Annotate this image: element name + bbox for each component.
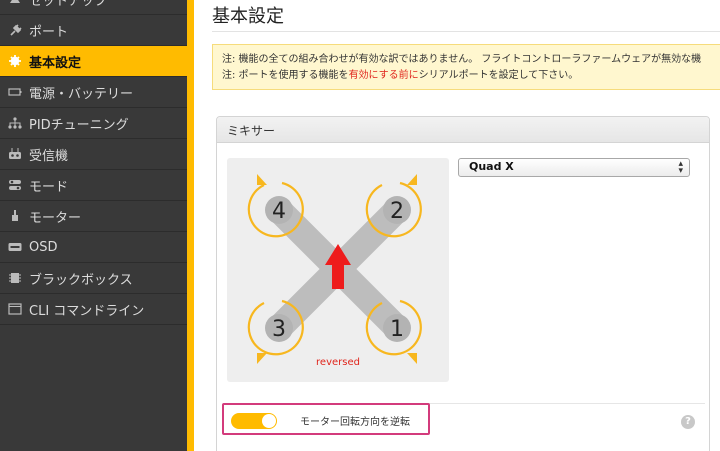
modes-icon: [8, 179, 22, 191]
motor-3-label: 3: [272, 317, 286, 342]
receiver-icon: [8, 148, 22, 160]
sidebar-item-label: 基本設定: [29, 55, 82, 71]
sidebar-item-label: ブラックボックス: [29, 272, 133, 288]
sidebar-item-modes[interactable]: モード: [0, 170, 187, 201]
mixer-type-value: Quad X: [469, 160, 514, 173]
battery-icon: [8, 86, 22, 98]
main-content: 基本設定 注: 機能の全ての組み合わせが有効な訳ではありません。 フライトコント…: [194, 0, 720, 451]
page-title: 基本設定: [212, 6, 284, 27]
title-divider: [212, 31, 720, 32]
sidebar-item-configuration[interactable]: 基本設定: [0, 46, 187, 77]
sidebar-item-receiver[interactable]: 受信機: [0, 139, 187, 170]
osd-icon: [8, 241, 22, 253]
sidebar-item-label: CLI コマンドライン: [29, 303, 145, 319]
sidebar-item-setup[interactable]: セットアップ: [0, 0, 187, 15]
motor-direction-toggle[interactable]: [231, 413, 277, 429]
sidebar-item-label: OSD: [29, 239, 58, 255]
plug-icon: [8, 24, 22, 36]
warning-note: 注: 機能の全ての組み合わせが有効な訳ではありません。 フライトコントローラファ…: [212, 44, 720, 90]
setup-icon: [8, 0, 22, 5]
motor-icon: [8, 210, 22, 222]
sidebar-item-ports[interactable]: ポート: [0, 15, 187, 46]
sidebar-item-osd[interactable]: OSD: [0, 232, 187, 263]
sidebar-item-blackbox[interactable]: ブラックボックス: [0, 263, 187, 294]
note-line-2-end: シリアルポートを設定して下さい。: [418, 70, 579, 81]
sidebar-item-label: ポート: [29, 24, 69, 40]
sidebar: セットアップ ポート 基本設定 電源・バッテリー PIDチューニング 受信機 モ…: [0, 0, 187, 451]
motor-1-rotation-arrow: [407, 353, 417, 364]
mixer-panel: ミキサー 4 2 3 1 reversed Quad X ▴ ▾ モーター回転方…: [216, 116, 710, 451]
motor-1-label: 1: [390, 317, 404, 342]
motor-4-label: 4: [272, 199, 286, 224]
sidebar-item-label: モーター: [29, 210, 82, 226]
sidebar-item-motors[interactable]: モーター: [0, 201, 187, 232]
mixer-type-select[interactable]: Quad X ▴ ▾: [458, 158, 690, 177]
mixer-diagram: 4 2 3 1 reversed: [227, 158, 449, 382]
sidebar-item-power[interactable]: 電源・バッテリー: [0, 77, 187, 108]
sidebar-item-label: 電源・バッテリー: [29, 86, 134, 102]
note-line-1: 注: 機能の全ての組み合わせが有効な訳ではありません。 フライトコントローラファ…: [222, 54, 702, 65]
motor-direction-label: モーター回転方向を逆転: [300, 417, 410, 428]
reversed-label: reversed: [316, 357, 360, 368]
blackbox-icon: [8, 272, 22, 284]
motor-direction-row: モーター回転方向を逆転: [222, 403, 430, 435]
sidebar-item-label: PIDチューニング: [29, 117, 129, 133]
sidebar-item-label: 受信機: [29, 148, 69, 164]
sidebar-item-cli[interactable]: CLI コマンドライン: [0, 294, 187, 325]
cli-icon: [8, 303, 22, 315]
toggle-knob: [262, 414, 276, 428]
sidebar-item-label: モード: [29, 179, 69, 195]
select-arrows-icon: ▴ ▾: [678, 159, 683, 176]
note-line-2-start: 注: ポートを使用する機能を: [222, 70, 349, 81]
gear-icon: [8, 55, 22, 67]
help-icon[interactable]: ?: [681, 415, 695, 429]
motor-2-rotation-arrow: [407, 174, 417, 185]
sidebar-accent-bar: [187, 0, 194, 451]
quad-x-diagram: 4 2 3 1 reversed: [247, 174, 422, 368]
motor-4-rotation-arrow: [257, 174, 267, 185]
sidebar-item-pid-tuning[interactable]: PIDチューニング: [0, 108, 187, 139]
note-line-2: 注: ポートを使用する機能を有効にする前にシリアルポートを設定して下さい。: [222, 68, 720, 84]
sidebar-item-label: セットアップ: [29, 0, 108, 9]
note-line-2-emphasis: 有効にする前に: [348, 70, 419, 81]
motor-3-rotation-arrow: [257, 353, 267, 364]
mixer-header: ミキサー: [217, 117, 709, 143]
motor-2-label: 2: [390, 199, 404, 224]
pid-icon: [8, 117, 22, 129]
